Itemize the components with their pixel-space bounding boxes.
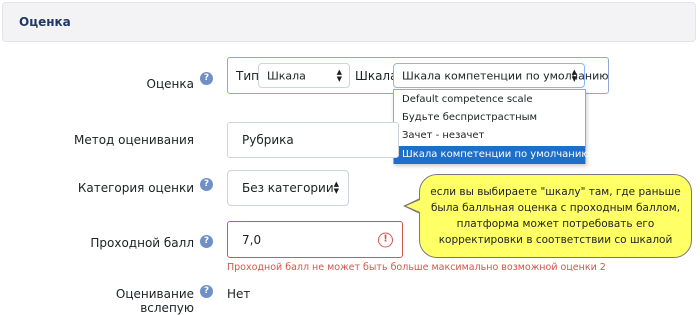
exclamation-circle-icon: ! <box>378 232 393 247</box>
method-select[interactable]: Рубрика <box>227 122 399 158</box>
type-label: Тип <box>236 69 259 83</box>
sort-caret-icon: ▲ ▼ <box>333 180 339 195</box>
scale-select-value: Шкала компетенции по умолчанию <box>402 69 609 82</box>
category-select[interactable]: Без категории ▲ ▼ <box>227 170 349 206</box>
pass-error-message: Проходной балл не может быть больше макс… <box>227 262 606 273</box>
callout-text: если вы выбираете "шкалу" там, где раньш… <box>430 186 681 246</box>
pass-input[interactable]: 7,0 ! <box>227 221 403 258</box>
pass-value: 7,0 <box>242 232 262 247</box>
type-select-value: Шкала <box>267 69 306 82</box>
dropdown-option-selected[interactable]: Шкала компетенции по умолчанию <box>394 146 590 164</box>
type-select[interactable]: Шкала ▲ ▼ <box>258 63 350 88</box>
sort-caret-icon: ▲ ▼ <box>571 67 577 83</box>
help-icon[interactable]: ? <box>200 72 213 85</box>
callout-note: если вы выбираете "шкалу" там, где раньш… <box>419 174 692 258</box>
scale-label: Шкала <box>355 69 398 83</box>
dropdown-option[interactable]: Default competence scale <box>394 91 585 109</box>
help-icon[interactable]: ? <box>200 285 213 298</box>
method-label: Метод оценивания <box>73 133 194 147</box>
help-icon[interactable]: ? <box>200 178 213 191</box>
category-label: Категория оценки <box>77 181 194 195</box>
blind-label: Оценивание вслепую <box>115 287 194 315</box>
help-icon[interactable]: ? <box>200 235 213 248</box>
section-title[interactable]: Оценка <box>19 15 71 29</box>
pass-label: Проходной балл <box>90 236 194 250</box>
dropdown-option[interactable]: Будьте беспристрастным <box>394 109 585 127</box>
section-header[interactable]: Оценка <box>2 2 696 42</box>
sort-caret-icon: ▲ ▼ <box>336 67 342 83</box>
scale-dropdown[interactable]: Default competence scale Будьте бесприст… <box>393 89 590 164</box>
category-value: Без категории <box>242 181 334 195</box>
scale-select[interactable]: Шкала компетенции по умолчанию ▲ ▼ <box>393 63 609 88</box>
callout-pointer-fill <box>406 200 420 212</box>
grade-label: Оценка <box>146 77 194 91</box>
method-value: Рубрика <box>242 133 294 147</box>
blind-value: Нет <box>227 287 251 301</box>
dropdown-option[interactable]: Зачет - незачет <box>394 127 585 145</box>
